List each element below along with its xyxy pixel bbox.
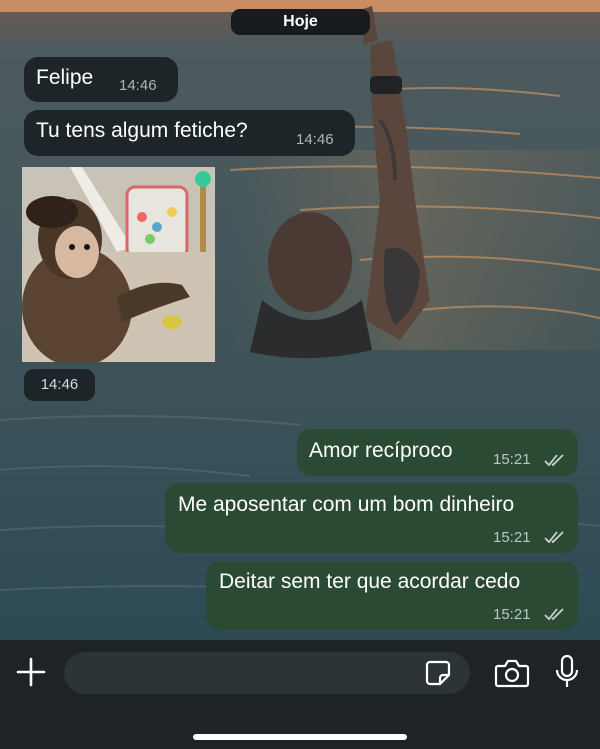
message-time: 15:21 — [493, 529, 531, 546]
microphone-icon[interactable] — [555, 654, 579, 690]
message-time: 15:21 — [493, 606, 531, 623]
read-ticks-icon — [544, 608, 564, 621]
outgoing-message-bubble[interactable]: Amor recíproco 15:21 — [297, 429, 578, 476]
plus-icon[interactable] — [15, 656, 47, 688]
read-ticks-icon — [544, 454, 564, 467]
home-indicator — [193, 734, 407, 740]
outgoing-message-bubble[interactable]: Me aposentar com um bom dinheiro 15:21 — [165, 483, 578, 553]
message-time: 15:21 — [493, 451, 531, 468]
message-text: Amor recíproco — [309, 439, 453, 462]
message-input[interactable] — [64, 652, 470, 694]
message-time: 14:46 — [296, 131, 334, 148]
message-time: 14:46 — [119, 77, 157, 94]
date-label: Hoje — [283, 13, 318, 30]
read-ticks-icon — [544, 531, 564, 544]
incoming-message-bubble[interactable]: Felipe 14:46 — [24, 57, 178, 102]
message-text: Me aposentar com um bom dinheiro — [178, 493, 515, 516]
sticker-icon[interactable] — [424, 659, 452, 687]
message-text: Tu tens algum fetiche? — [36, 119, 248, 142]
image-message-monkey[interactable] — [22, 167, 215, 362]
outgoing-message-bubble[interactable]: Deitar sem ter que acordar cedo 15:21 — [206, 561, 578, 630]
message-text: Felipe — [36, 66, 94, 89]
message-text: Deitar sem ter que acordar cedo — [219, 570, 521, 593]
camera-icon[interactable] — [494, 658, 530, 688]
incoming-message-bubble[interactable]: Tu tens algum fetiche? 14:46 — [24, 110, 355, 156]
date-separator: Hoje — [231, 9, 370, 35]
image-time: 14:46 — [24, 369, 95, 401]
message-time: 14:46 — [40, 376, 79, 393]
